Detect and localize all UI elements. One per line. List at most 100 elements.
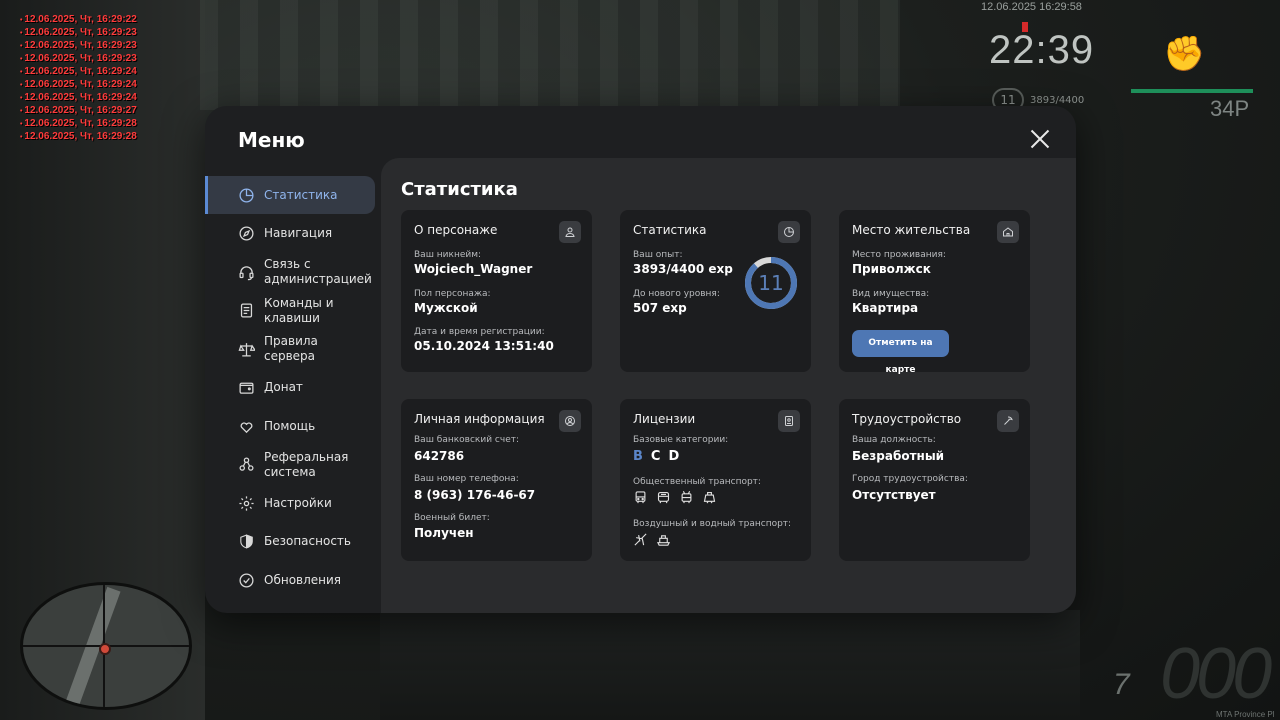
sidebar-item-help[interactable]: Помощь [205,407,375,445]
shield-icon [238,533,255,550]
menu-title: Меню [238,128,305,152]
fist-weapon-icon: ✊ [1163,34,1206,74]
gear-indicator: 7 [1113,668,1130,701]
air-water-transport-label: Воздушный и водный транспорт: [633,519,792,529]
sidebar-item-label: Команды и клавиши [264,295,334,325]
sidebar-item-updates[interactable]: Обновления [205,561,375,599]
military-id-label: Военный билет: [414,513,490,523]
sidebar-item-settings[interactable]: Настройки [205,484,375,522]
sidebar-item-label: Правила сервера [264,334,318,363]
speedometer: 000 [1160,634,1272,714]
license-category-b: B [633,449,643,464]
sidebar-item-statistics[interactable]: Статистика [205,176,375,214]
chat-line: 12.06.2025, Чт, 16:29:22 [20,14,136,27]
phone-label: Ваш номер телефона: [414,474,519,484]
hud-money: 34Р [1210,96,1250,121]
work-city-value: Отсутствует [852,488,936,502]
sidebar-item-referral[interactable]: Реферальная система [205,446,375,484]
sidebar-item-rules[interactable]: Правила сервера [205,330,375,368]
next-level-label: До нового уровня: [633,289,720,299]
property-type-value: Квартира [852,301,919,315]
bus-icon [633,490,648,509]
card-title: Лицензии [633,412,696,426]
license-category-c: C [650,449,661,464]
sidebar-item-label: Статистика [264,187,338,202]
compass-icon [238,225,255,242]
card-licenses: Лицензии Базовые категории: B C D Общест… [620,399,811,561]
airplane-icon [633,532,648,551]
trolleybus-icon [679,490,694,509]
card-statistics: Статистика Ваш опыт: 3893/4400 exp До но… [620,210,811,372]
chat-line: 12.06.2025, Чт, 16:29:24 [20,92,136,105]
sidebar-item-label: Реферальная система [264,449,349,479]
work-city-label: Город трудоустройства: [852,474,968,484]
card-title: Место жительства [852,223,971,237]
sidebar-item-navigation[interactable]: Навигация [205,215,375,253]
game-world-building [200,0,900,110]
sidebar-item-label: Помощь [264,418,316,433]
pickaxe-icon [997,410,1019,432]
document-icon [238,302,255,319]
position-value: Безработный [852,449,945,463]
id-card-icon [778,410,800,432]
sidebar-item-contact-admin[interactable]: Связь с администрацией [205,253,375,291]
nickname-label: Ваш никнейм: [414,250,482,260]
card-title: О персонаже [414,223,498,237]
card-title: Статистика [633,223,707,237]
public-transport-label: Общественный транспорт: [633,477,761,487]
check-circle-icon [238,572,255,589]
page-title: Статистика [401,179,518,200]
card-personal-info: Личная информация Ваш банковский счет: 6… [401,399,592,561]
server-watermark: MTA Province Pl [1216,710,1275,719]
scales-icon [238,341,255,358]
base-categories-label: Базовые категории: [633,435,729,445]
chat-line: 12.06.2025, Чт, 16:29:23 [20,27,136,40]
chat-line: 12.06.2025, Чт, 16:29:24 [20,66,136,79]
next-level-value: 507 exp [633,301,687,315]
mark-on-map-button[interactable]: Отметить на карте [852,330,949,375]
sidebar-nav: Статистика Навигация Связь с администрац… [205,176,381,600]
card-title: Трудоустройство [852,412,962,426]
hud-exp: 3893/4400 [1030,95,1085,106]
hud-clock: 22:39 [989,28,1095,72]
license-category-d: D [668,449,680,464]
chart-pie-icon [238,187,255,204]
game-world-ground [380,610,1080,720]
close-button[interactable] [1027,126,1053,152]
chat-line: 12.06.2025, Чт, 16:29:23 [20,53,136,66]
coach-icon [656,490,671,509]
bank-account-label: Ваш банковский счет: [414,435,520,445]
property-type-label: Вид имущества: [852,289,930,299]
wallet-icon [238,379,255,396]
position-label: Ваша должность: [852,435,936,445]
sidebar-item-security[interactable]: Безопасность [205,523,375,561]
exp-label: Ваш опыт: [633,250,683,260]
card-character: О персонаже Ваш никнейм: Wojciech_Wagner… [401,210,592,372]
chat-line: 12.06.2025, Чт, 16:29:27 [20,105,136,118]
sidebar-item-donate[interactable]: Донат [205,369,375,407]
gear-icon [238,495,255,512]
boat-icon [656,532,671,551]
minimap [20,582,192,710]
chat-line: 12.06.2025, Чт, 16:29:23 [20,40,136,53]
nickname-value: Wojciech_Wagner [414,262,533,276]
level-number: 11 [758,271,784,295]
chat-line: 12.06.2025, Чт, 16:29:28 [20,131,136,144]
heart-hand-icon [238,418,255,435]
sidebar-item-label: Обновления [264,572,342,587]
card-title: Личная информация [414,412,545,426]
exp-value: 3893/4400 exp [633,262,733,276]
chart-pie-icon [778,221,800,243]
sidebar-item-commands[interactable]: Команды и клавиши [205,292,375,330]
residence-place-label: Место проживания: [852,250,946,260]
player-marker-icon [99,643,111,655]
bank-account-value: 642786 [414,449,465,463]
sidebar-item-label: Навигация [264,226,333,240]
hud-health-bar [1131,89,1253,93]
sidebar-item-label: Настройки [264,495,332,510]
registration-label: Дата и время регистрации: [414,327,545,337]
registration-value: 05.10.2024 13:51:40 [414,339,554,353]
tram-icon [702,490,717,509]
menu-window: Меню Статистика Навигация Связь с админи… [205,106,1076,613]
sidebar-item-label: Связь с администрацией [264,257,372,286]
